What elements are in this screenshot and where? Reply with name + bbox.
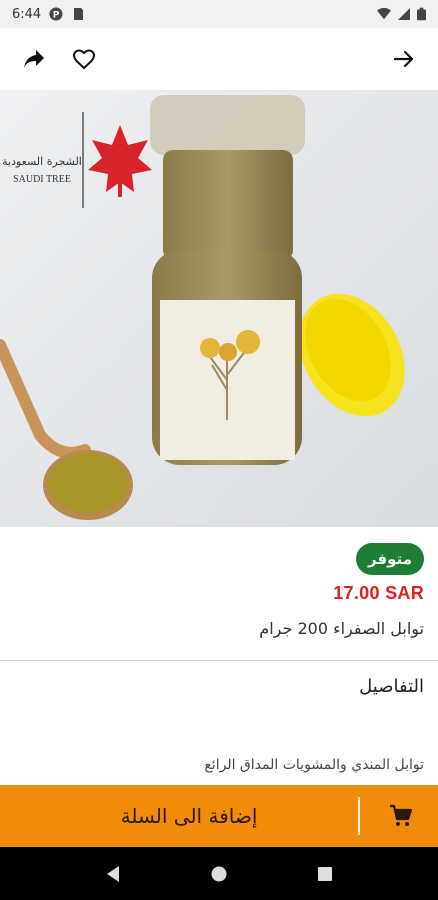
cart-separator bbox=[358, 797, 360, 835]
divider bbox=[0, 660, 438, 661]
back-button[interactable] bbox=[386, 41, 422, 77]
battery-icon bbox=[417, 7, 426, 21]
square-recents-icon bbox=[318, 866, 332, 881]
availability-badge: متوفر bbox=[356, 543, 424, 575]
product-price: 17.00 SAR bbox=[333, 583, 424, 603]
circle-home-icon bbox=[211, 866, 227, 881]
app-bar bbox=[0, 28, 438, 90]
wifi-icon bbox=[377, 7, 391, 20]
status-time: 6:44 bbox=[12, 6, 42, 22]
sd-card-icon bbox=[74, 8, 84, 20]
logo-text-en: SAUDI TREE bbox=[13, 174, 71, 185]
nav-back-button[interactable] bbox=[93, 854, 133, 894]
cart-icon bbox=[386, 801, 416, 831]
svg-text:P: P bbox=[53, 11, 60, 21]
status-bar: 6:44 P bbox=[0, 0, 438, 28]
notification-p-icon: P bbox=[49, 7, 63, 21]
share-button[interactable] bbox=[16, 41, 52, 77]
signal-icon bbox=[398, 8, 410, 20]
product-info: متوفر 17.00 SAR توابل الصفراء 200 جرام bbox=[0, 527, 438, 660]
add-to-cart-button[interactable]: إضافة الى السلة bbox=[0, 785, 438, 847]
system-nav-bar bbox=[0, 847, 438, 900]
product-image: الشجرة السعودية SAUDI TREE bbox=[0, 90, 438, 527]
heart-icon bbox=[72, 49, 96, 70]
favorite-button[interactable] bbox=[66, 41, 102, 77]
product-title: توابل الصفراء 200 جرام bbox=[259, 619, 424, 638]
share-icon bbox=[24, 50, 44, 68]
arrow-right-icon bbox=[394, 50, 414, 68]
nav-home-button[interactable] bbox=[199, 854, 239, 894]
nav-recents-button[interactable] bbox=[305, 854, 345, 894]
details-heading: التفاصيل bbox=[359, 676, 424, 697]
logo-text-ar: الشجرة السعودية bbox=[2, 155, 82, 168]
triangle-back-icon bbox=[107, 865, 119, 882]
add-to-cart-label: إضافة الى السلة bbox=[120, 804, 258, 828]
details-description: توابل المندي والمشويات المداق الرائع bbox=[204, 757, 424, 773]
